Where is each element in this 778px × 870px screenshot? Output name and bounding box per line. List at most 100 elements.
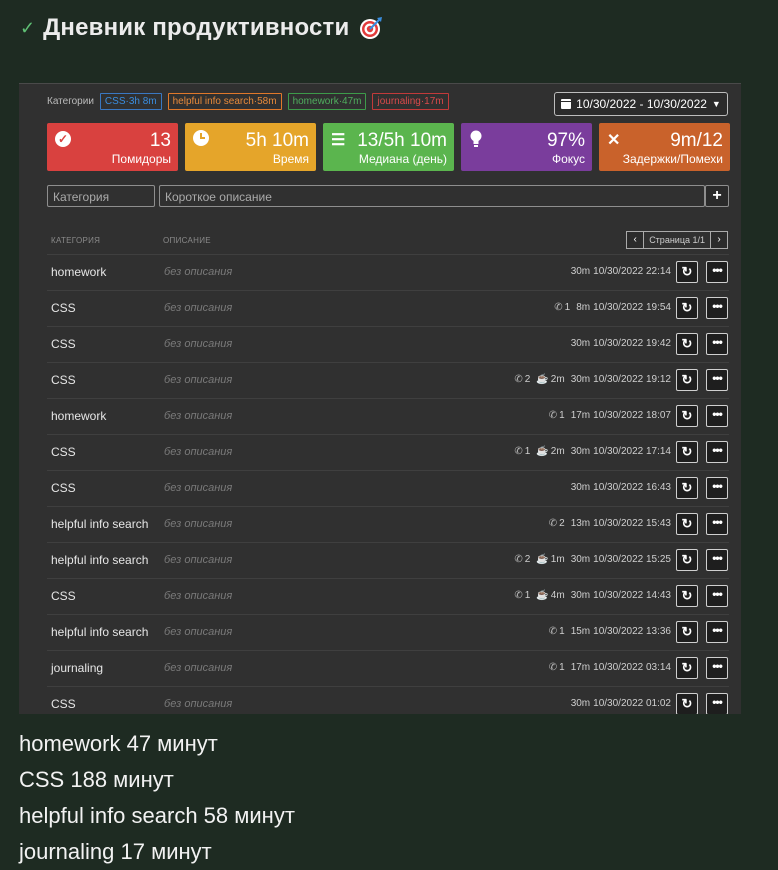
row-category: homework xyxy=(51,265,107,279)
more-options-button[interactable]: ••• xyxy=(706,477,728,499)
break-duration: 1m xyxy=(550,554,565,565)
stat-focus: 97% Фокус xyxy=(461,123,592,171)
ellipsis-icon: ••• xyxy=(712,515,723,529)
repeat-button[interactable]: ↻ xyxy=(676,297,698,319)
ellipsis-icon: ••• xyxy=(712,479,723,493)
chip-homework[interactable]: homework·47m xyxy=(287,93,367,110)
table-row: helpful info search без описания ✆ 2 13m 10/3… xyxy=(47,506,729,542)
phone-icon: ✆ xyxy=(548,626,558,637)
table-row: homework без описания 30m 10/30/2022 22:14 ↻… xyxy=(47,254,729,290)
description-input[interactable]: Короткое описание xyxy=(159,185,705,207)
more-options-button[interactable]: ••• xyxy=(706,657,728,679)
stat-pomodoros: ✓ 13 Помидоры xyxy=(47,123,178,171)
new-entry-form: Категория Короткое описание + xyxy=(47,185,729,207)
list-icon: ☰ xyxy=(331,132,346,149)
chip-css[interactable]: CSS·3h 8m xyxy=(99,93,162,110)
chip-journaling[interactable]: journaling·17m xyxy=(372,93,449,110)
table-row: CSS без описания 30m 10/30/2022 01:02 ↻ ••• xyxy=(47,686,729,714)
table-row: CSS без описания 30m 10/30/2022 19:42 ↻ ••• xyxy=(47,326,729,362)
repeat-button[interactable]: ↻ xyxy=(676,621,698,643)
redo-icon: ↻ xyxy=(681,300,693,315)
phone-icon: ✆ xyxy=(554,302,563,313)
more-options-button[interactable]: ••• xyxy=(706,513,728,535)
date-range-picker[interactable]: 10/30/2022 - 10/30/2022 ▼ xyxy=(554,92,728,116)
ellipsis-icon: ••• xyxy=(712,371,723,385)
more-options-button[interactable]: ••• xyxy=(706,693,728,714)
repeat-button[interactable]: ↻ xyxy=(676,585,698,607)
repeat-button[interactable]: ↻ xyxy=(676,657,698,679)
stat-label: Помидоры xyxy=(111,152,171,166)
ellipsis-icon: ••• xyxy=(712,551,723,565)
row-category: CSS xyxy=(51,697,76,711)
stat-label: Фокус xyxy=(551,152,585,166)
duration: 17m xyxy=(570,662,591,673)
row-category: helpful info search xyxy=(51,517,149,531)
row-description: без описания xyxy=(164,446,233,458)
more-options-button[interactable]: ••• xyxy=(706,441,728,463)
repeat-button[interactable]: ↻ xyxy=(676,549,698,571)
table-row: CSS без описания ✆ 2 ☕ 2m 30m 10/30/2022 19:12 ↻… xyxy=(47,362,729,398)
redo-icon: ↻ xyxy=(681,552,693,567)
repeat-button[interactable]: ↻ xyxy=(676,261,698,283)
repeat-button[interactable]: ↻ xyxy=(676,441,698,463)
page-title: Дневник продуктивности xyxy=(43,14,350,41)
more-options-button[interactable]: ••• xyxy=(706,297,728,319)
page-indicator: Страница 1/1 xyxy=(644,231,710,249)
table-row: CSS без описания 30m 10/30/2022 16:43 ↻ ••• xyxy=(47,470,729,506)
row-description: без описания xyxy=(164,590,233,602)
duration: 17m xyxy=(570,410,591,421)
duration: 30m xyxy=(570,554,591,565)
date-range-text: 10/30/2022 - 10/30/2022 xyxy=(576,97,707,111)
category-input[interactable]: Категория xyxy=(47,185,155,207)
more-options-button[interactable]: ••• xyxy=(706,369,728,391)
add-entry-button[interactable]: + xyxy=(705,185,729,207)
stat-value: 13 xyxy=(149,130,171,151)
chip-helpful-info-search[interactable]: helpful info search·58m xyxy=(167,93,282,110)
ellipsis-icon: ••• xyxy=(712,587,723,601)
ellipsis-icon: ••• xyxy=(712,659,723,673)
summary-line: homework 47 минут xyxy=(19,731,218,756)
repeat-button[interactable]: ↻ xyxy=(676,477,698,499)
repeat-button[interactable]: ↻ xyxy=(676,693,698,714)
repeat-button[interactable]: ↻ xyxy=(676,369,698,391)
table-row: CSS без описания ✆ 1 ☕ 4m 30m 10/30/2022 14:43 ↻… xyxy=(47,578,729,614)
duration: 30m xyxy=(570,482,591,493)
duration: 30m xyxy=(570,266,591,277)
row-description: без описания xyxy=(164,338,233,350)
checkmark-icon: ✓ xyxy=(20,17,36,38)
more-options-button[interactable]: ••• xyxy=(706,621,728,643)
redo-icon: ↻ xyxy=(681,264,693,279)
timestamp: 10/30/2022 16:43 xyxy=(593,482,671,493)
more-options-button[interactable]: ••• xyxy=(706,549,728,571)
repeat-button[interactable]: ↻ xyxy=(676,513,698,535)
duration: 15m xyxy=(570,626,591,637)
timestamp: 10/30/2022 03:14 xyxy=(593,662,671,673)
repeat-button[interactable]: ↻ xyxy=(676,405,698,427)
phone-icon: ✆ xyxy=(548,662,558,673)
row-description: без описания xyxy=(164,302,233,314)
break-duration: 2m xyxy=(550,446,565,457)
stat-label: Задержки/Помехи xyxy=(622,152,723,166)
row-category: CSS xyxy=(51,301,76,315)
next-page-button[interactable]: › xyxy=(710,231,728,249)
stat-label: Время xyxy=(272,152,309,166)
redo-icon: ↻ xyxy=(681,372,693,387)
row-description: без описания xyxy=(164,662,233,674)
calls-count: 1 xyxy=(524,446,531,457)
ellipsis-icon: ••• xyxy=(712,623,723,637)
more-options-button[interactable]: ••• xyxy=(706,261,728,283)
stat-value: 9m/12 xyxy=(670,130,723,151)
redo-icon: ↻ xyxy=(681,624,693,639)
summary-line: CSS 188 минут xyxy=(19,767,174,792)
redo-icon: ↻ xyxy=(681,516,693,531)
more-options-button[interactable]: ••• xyxy=(706,333,728,355)
coffee-icon: ☕ xyxy=(536,590,549,601)
repeat-button[interactable]: ↻ xyxy=(676,333,698,355)
row-category: CSS xyxy=(51,373,76,387)
check-circle-icon: ✓ xyxy=(55,130,71,148)
table-row: CSS без описания ✆ 1 8m 10/30/2022 19:54 ↻ ••• xyxy=(47,290,729,326)
page-header: ✓ Дневник продуктивности xyxy=(20,12,383,44)
prev-page-button[interactable]: ‹ xyxy=(626,231,645,249)
more-options-button[interactable]: ••• xyxy=(706,405,728,427)
more-options-button[interactable]: ••• xyxy=(706,585,728,607)
